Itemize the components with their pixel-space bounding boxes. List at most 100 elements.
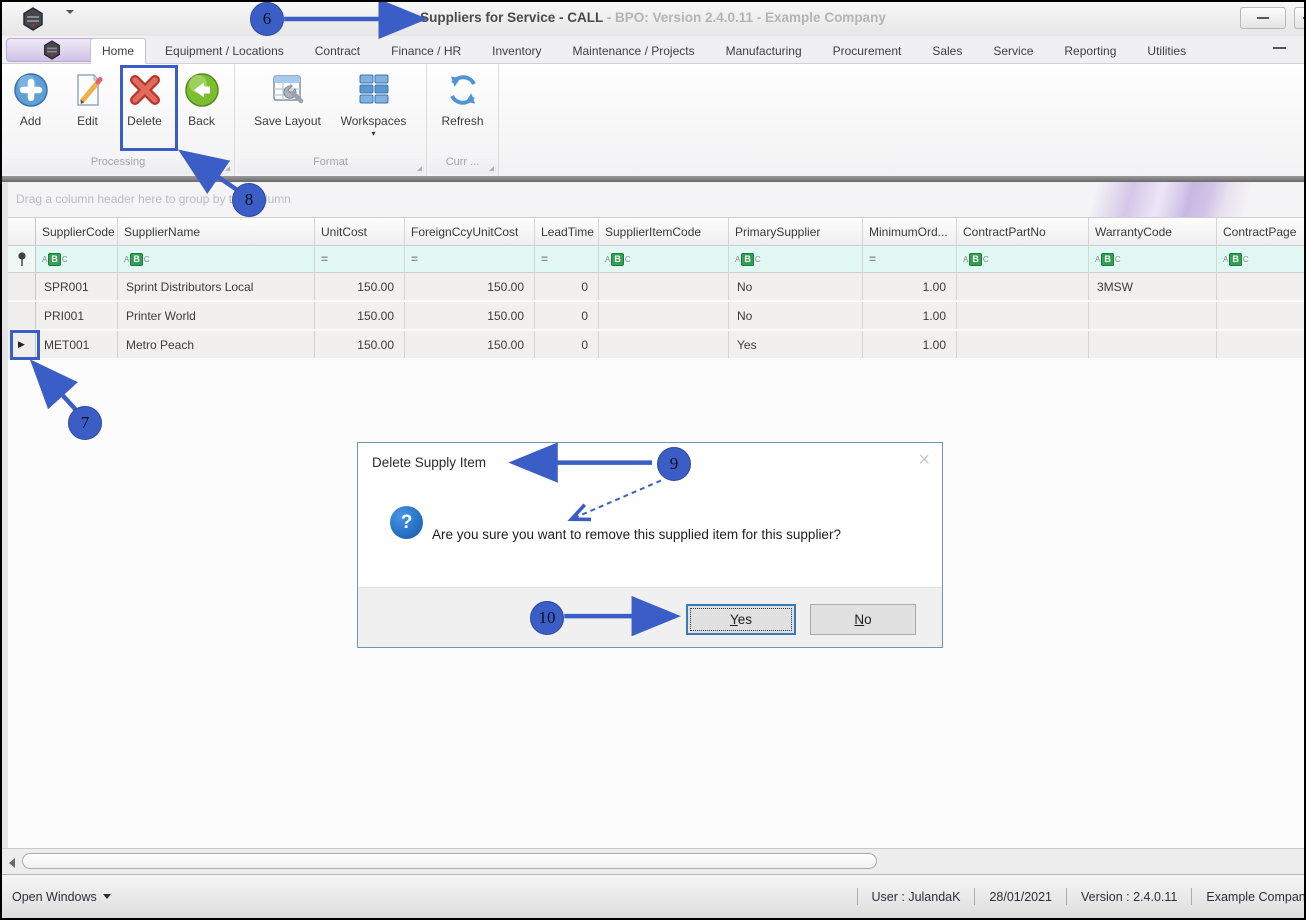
grid-cell[interactable]: 150.00 xyxy=(315,273,405,300)
minimize-ribbon-icon[interactable] xyxy=(1273,47,1286,49)
grid-cell[interactable]: Sprint Distributors Local xyxy=(118,273,315,300)
grid-cell[interactable]: 150.00 xyxy=(405,273,535,300)
grid-cell[interactable]: Printer World xyxy=(118,302,315,329)
tab-procurement[interactable]: Procurement xyxy=(821,38,914,64)
delete-icon xyxy=(125,70,165,110)
grid-cell[interactable] xyxy=(957,331,1089,358)
tab-sales[interactable]: Sales xyxy=(920,38,974,64)
grid-cell[interactable]: 3MSW xyxy=(1089,273,1217,300)
grid-cell[interactable] xyxy=(1217,302,1304,329)
row-indicator-cell[interactable] xyxy=(8,273,36,300)
grid-cell[interactable]: PRI001 xyxy=(36,302,118,329)
filter-cell-leadtime[interactable]: = xyxy=(535,246,599,272)
back-button[interactable]: Back xyxy=(173,67,230,153)
horizontal-scrollbar[interactable] xyxy=(2,848,1304,874)
table-row-pri001[interactable]: PRI001 Printer World 150.00 150.00 0 No 1.00 xyxy=(8,302,1304,331)
application-window: Suppliers for Service - CALL - BPO: Vers… xyxy=(0,0,1306,920)
grid-cell[interactable] xyxy=(957,273,1089,300)
tab-utilities[interactable]: Utilities xyxy=(1135,38,1198,64)
tab-inventory[interactable]: Inventory xyxy=(480,38,553,64)
filter-cell-contractpartno[interactable]: ABC xyxy=(957,246,1089,272)
tab-service[interactable]: Service xyxy=(981,38,1045,64)
filter-cell-suppliercode[interactable]: ABC xyxy=(36,246,118,272)
filter-cell-supplieritemcode[interactable]: ABC xyxy=(599,246,729,272)
scrollbar-thumb[interactable] xyxy=(22,853,877,869)
scroll-left-icon[interactable] xyxy=(9,858,15,868)
grid-cell[interactable] xyxy=(599,331,729,358)
table-row-spr001[interactable]: SPR001 Sprint Distributors Local 150.00 150… xyxy=(8,273,1304,302)
grid-cell[interactable]: 150.00 xyxy=(315,331,405,358)
application-menu-button[interactable] xyxy=(6,38,98,62)
grid-cell[interactable]: No xyxy=(729,273,863,300)
workspaces-button[interactable]: Workspaces ▾ xyxy=(331,67,417,153)
column-header-warrantycode[interactable]: WarrantyCode xyxy=(1089,218,1217,245)
column-header-contractpage[interactable]: ContractPage xyxy=(1217,218,1304,245)
grid-cell[interactable]: 0 xyxy=(535,331,599,358)
filter-cell-warrantycode[interactable]: ABC xyxy=(1089,246,1217,272)
grid-cell[interactable] xyxy=(1217,273,1304,300)
tab-contract[interactable]: Contract xyxy=(303,38,372,64)
filter-cell-contractpage[interactable]: ABC xyxy=(1217,246,1304,272)
minimize-button[interactable] xyxy=(1240,7,1286,29)
grid-cell[interactable] xyxy=(599,273,729,300)
column-header-primarysupplier[interactable]: PrimarySupplier xyxy=(729,218,863,245)
maximize-button[interactable] xyxy=(1294,7,1304,29)
column-header-leadtime[interactable]: LeadTime xyxy=(535,218,599,245)
grid-cell[interactable]: 1.00 xyxy=(863,331,957,358)
grid-cell[interactable] xyxy=(1089,331,1217,358)
column-header-supplieritemcode[interactable]: SupplierItemCode xyxy=(599,218,729,245)
grid-cell[interactable]: Yes xyxy=(729,331,863,358)
grid-cell[interactable]: 150.00 xyxy=(405,302,535,329)
edit-label: Edit xyxy=(77,114,98,128)
grid-cell[interactable]: Metro Peach xyxy=(118,331,315,358)
refresh-button[interactable]: Refresh xyxy=(434,67,491,153)
grid-cell[interactable]: 1.00 xyxy=(863,302,957,329)
grid-cell[interactable]: 1.00 xyxy=(863,273,957,300)
tab-finance-hr[interactable]: Finance / HR xyxy=(379,38,473,64)
tab-reporting[interactable]: Reporting xyxy=(1052,38,1128,64)
column-header-minimumord[interactable]: MinimumOrd... xyxy=(863,218,957,245)
grid-cell[interactable]: 0 xyxy=(535,302,599,329)
edit-button[interactable]: Edit xyxy=(59,67,116,153)
filter-cell-primarysupplier[interactable]: ABC xyxy=(729,246,863,272)
no-button[interactable]: No xyxy=(810,604,916,635)
dialog-close-icon[interactable]: × xyxy=(918,449,930,472)
add-button[interactable]: Add xyxy=(2,67,59,153)
delete-button[interactable]: Delete xyxy=(116,67,173,153)
filter-indicator-cell[interactable] xyxy=(8,246,36,272)
tab-home[interactable]: Home xyxy=(90,38,147,64)
filter-cell-minimumord[interactable]: = xyxy=(863,246,957,272)
yes-button[interactable]: Yes xyxy=(686,604,796,635)
grid-cell[interactable]: MET001 xyxy=(36,331,118,358)
grid-cell[interactable]: No xyxy=(729,302,863,329)
abc-filter-icon: ABC xyxy=(605,252,631,266)
column-header-suppliername[interactable]: SupplierName xyxy=(118,218,315,245)
abc-filter-icon: ABC xyxy=(124,252,150,266)
grid-cell[interactable]: SPR001 xyxy=(36,273,118,300)
filter-cell-unitcost[interactable]: = xyxy=(315,246,405,272)
column-header-unitcost[interactable]: UnitCost xyxy=(315,218,405,245)
grid-cell[interactable]: 150.00 xyxy=(315,302,405,329)
column-header-contractpartno[interactable]: ContractPartNo xyxy=(957,218,1089,245)
table-row-met001[interactable]: ▶ MET001 Metro Peach 150.00 150.00 0 Yes 1.00 xyxy=(8,331,1304,360)
open-windows-button[interactable]: Open Windows xyxy=(12,875,111,918)
grid-cell[interactable] xyxy=(1089,302,1217,329)
row-indicator-cell[interactable] xyxy=(8,302,36,329)
filter-cell-suppliername[interactable]: ABC xyxy=(118,246,315,272)
grid-cell[interactable] xyxy=(1217,331,1304,358)
filter-cell-foreignccyunitcost[interactable]: = xyxy=(405,246,535,272)
save-layout-button[interactable]: Save Layout xyxy=(245,67,331,153)
back-label: Back xyxy=(188,114,215,128)
row-indicator-cell[interactable]: ▶ xyxy=(8,331,36,358)
grid-cell[interactable]: 0 xyxy=(535,273,599,300)
tab-manufacturing[interactable]: Manufacturing xyxy=(714,38,814,64)
grid-cell[interactable] xyxy=(957,302,1089,329)
group-by-panel[interactable]: Drag a column header here to group by th… xyxy=(8,182,1304,218)
grid-cell[interactable]: 150.00 xyxy=(405,331,535,358)
equals-filter-icon: = xyxy=(869,252,877,266)
tab-maintenance-projects[interactable]: Maintenance / Projects xyxy=(561,38,707,64)
grid-cell[interactable] xyxy=(599,302,729,329)
tab-equipment-locations[interactable]: Equipment / Locations xyxy=(153,38,296,64)
column-header-foreignccyunitcost[interactable]: ForeignCcyUnitCost xyxy=(405,218,535,245)
column-header-suppliercode[interactable]: SupplierCode xyxy=(36,218,118,245)
